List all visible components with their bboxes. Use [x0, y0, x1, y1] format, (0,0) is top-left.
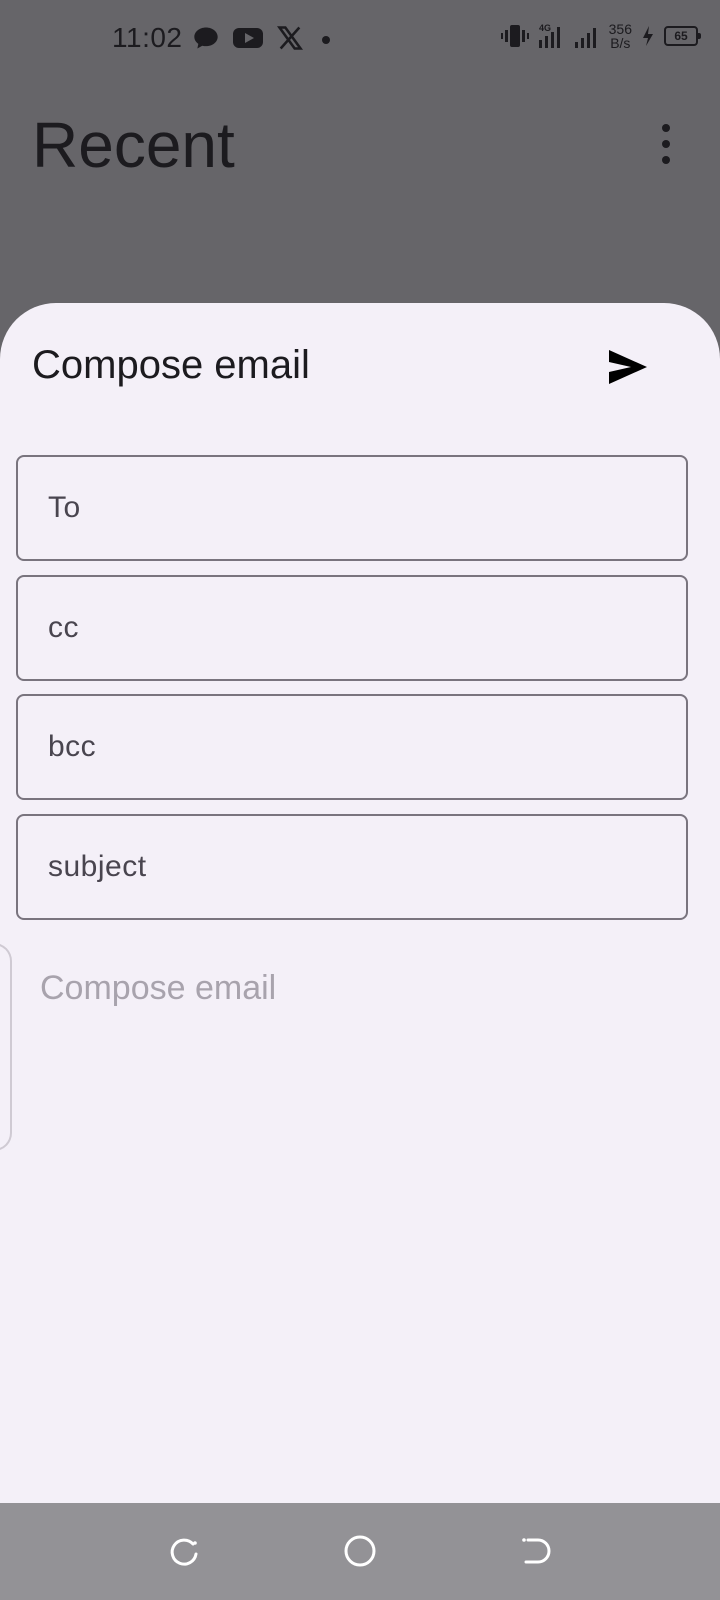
bcc-field[interactable]: bcc [16, 694, 688, 800]
compose-body-border [0, 943, 12, 1151]
network-speed-unit: B/s [610, 35, 631, 51]
home-button[interactable] [340, 1531, 380, 1571]
back-button[interactable] [515, 1531, 555, 1571]
svg-text:4G: 4G [539, 23, 551, 33]
send-icon [609, 350, 647, 384]
recent-title: Recent [32, 109, 235, 181]
navigation-bar [0, 1503, 720, 1600]
compose-body-input[interactable]: Compose email [0, 943, 720, 1153]
signal-4g-icon: 4G [538, 23, 560, 48]
cc-field[interactable]: cc [16, 575, 688, 681]
notification-icons [192, 24, 336, 52]
network-speed: 356 B/s [609, 22, 632, 50]
network-speed-value: 356 [608, 21, 632, 37]
dot-icon [322, 36, 330, 44]
more-vert-icon[interactable] [660, 124, 672, 164]
compose-body-placeholder: Compose email [40, 969, 277, 1007]
send-button[interactable] [604, 343, 652, 391]
bcc-label: bcc [48, 730, 97, 763]
subject-field[interactable]: subject [16, 814, 688, 920]
to-label: To [48, 491, 81, 524]
youtube-icon [233, 28, 263, 48]
battery-level: 65 [674, 29, 688, 43]
x-icon [276, 26, 304, 50]
vibrate-icon [500, 25, 529, 47]
compose-sheet: Compose email To cc bcc subject Compose … [0, 303, 720, 1503]
cc-label: cc [48, 611, 79, 644]
home-icon [344, 1535, 376, 1567]
system-icons: 4G 356 B/s 65 [500, 22, 701, 50]
chat-icon [194, 27, 218, 49]
recents-icon [170, 1538, 198, 1566]
signal-icon [574, 28, 596, 48]
status-time: 11:02 [112, 22, 183, 53]
recents-button[interactable] [164, 1531, 204, 1571]
charging-icon [643, 26, 653, 46]
back-icon [522, 1538, 551, 1564]
screen: 11:02 4G 356 B/s 65 Recent Compose email… [0, 0, 720, 1600]
subject-label: subject [48, 850, 147, 883]
sheet-title: Compose email [32, 343, 310, 387]
battery-icon: 65 [664, 26, 701, 46]
status-bar: 11:02 4G 356 B/s 65 [0, 0, 720, 80]
to-field[interactable]: To [16, 455, 688, 561]
